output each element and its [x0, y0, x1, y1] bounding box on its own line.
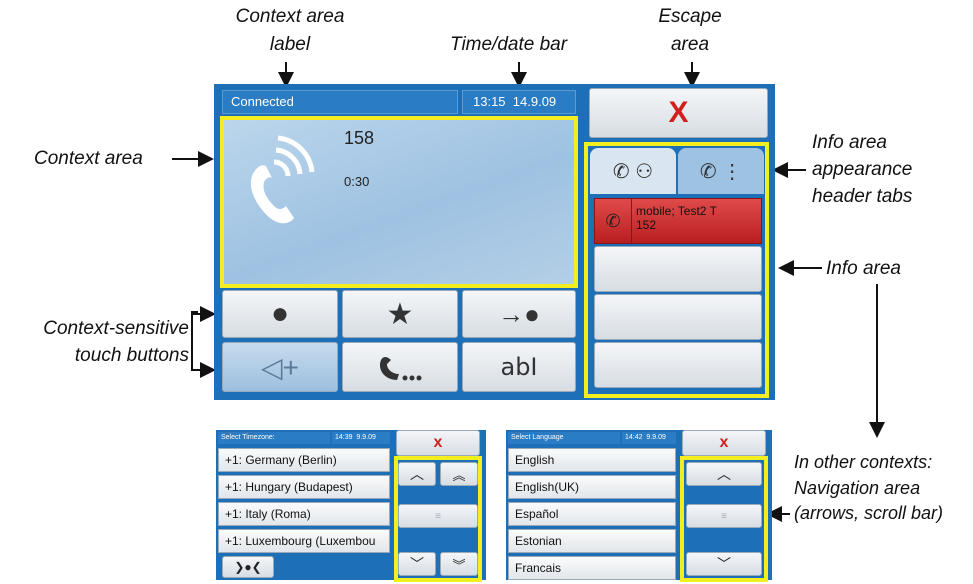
timezone-item-luxembourg[interactable]: +1: Luxembourg (Luxembou — [218, 529, 390, 553]
timezone-escape-button[interactable]: x — [396, 430, 480, 456]
time-date-bar: 13:15 14.9.09 — [462, 90, 576, 114]
info-entry-active[interactable]: ✆ mobile; Test2 T 152 — [594, 198, 762, 244]
speaker-plus-icon: ◁+ — [261, 351, 299, 383]
context-area: 158 0:30 — [222, 118, 576, 286]
dial-button[interactable] — [342, 342, 458, 392]
handset-ringing-icon — [250, 135, 315, 224]
chevron-up-icon: ︿ — [410, 466, 424, 482]
favorite-button[interactable]: ★ — [342, 290, 458, 338]
touch-buttons-bracket — [191, 311, 198, 371]
handset-entry-icon: ✆ — [595, 199, 632, 243]
language-item-espanol[interactable]: Español — [508, 502, 676, 526]
hold-button[interactable]: ● — [222, 290, 338, 338]
timezone-title-bar: Select Timezone: — [218, 432, 330, 444]
text-input-button[interactable]: abI — [462, 342, 576, 392]
info-entry-name: mobile; Test2 T — [636, 204, 717, 218]
info-tab-list[interactable]: ✆ ⋮ — [678, 148, 764, 194]
chevron-down-icon: ﹀ — [410, 556, 424, 572]
timezone-page-down-button[interactable]: ︾ — [440, 552, 478, 576]
volume-up-button[interactable]: ◁+ — [222, 342, 338, 392]
language-item-estonian[interactable]: Estonian — [508, 529, 676, 553]
language-item-english-uk[interactable]: English(UK) — [508, 475, 676, 499]
text-cursor-label: abI — [500, 353, 538, 381]
timezone-item-italy[interactable]: +1: Italy (Roma) — [218, 502, 390, 526]
handset-list-icon: ✆ ⋮ — [699, 160, 743, 183]
escape-x-label: X — [668, 96, 689, 129]
handset-dots-icon — [379, 357, 422, 381]
info-tab-group[interactable]: ✆ ⚇ — [590, 148, 676, 194]
language-escape-button[interactable]: x — [682, 430, 766, 456]
chevron-up-icon: ︿ — [717, 466, 731, 482]
language-item-english[interactable]: English — [508, 448, 676, 472]
timezone-bottom-button[interactable]: ❯●❮ — [222, 556, 274, 578]
language-down-button[interactable]: ﹀ — [686, 552, 762, 576]
language-item-francais[interactable]: Francais — [508, 556, 676, 580]
timezone-down-button[interactable]: ﹀ — [398, 552, 436, 576]
call-number: 158 — [344, 128, 375, 148]
timezone-item-germany[interactable]: +1: Germany (Berlin) — [218, 448, 390, 472]
record-dot-icon: ● — [270, 297, 290, 330]
transfer-arrow-icon: →● — [498, 298, 540, 329]
timezone-item-hungary[interactable]: +1: Hungary (Budapest) — [218, 475, 390, 499]
star-icon: ★ — [386, 297, 414, 331]
transfer-button[interactable]: →● — [462, 290, 576, 338]
call-duration: 0:30 — [344, 174, 370, 189]
handset-group-icon: ✆ ⚇ — [612, 160, 654, 183]
timezone-time-bar: 14:39 9.9.09 — [332, 432, 390, 444]
escape-button[interactable]: X — [589, 88, 768, 138]
timezone-up-button[interactable]: ︿ — [398, 462, 436, 486]
language-time-bar: 14:42 9.9.09 — [622, 432, 676, 444]
info-entry-empty-1[interactable] — [594, 246, 762, 292]
info-entry-empty-2[interactable] — [594, 294, 762, 340]
double-chevron-down-icon: ︾ — [452, 557, 466, 573]
timezone-scroll-thumb[interactable]: ≡ — [398, 504, 478, 528]
info-entry-empty-3[interactable] — [594, 342, 762, 388]
language-up-button[interactable]: ︿ — [686, 462, 762, 486]
grip-icon: ≡ — [721, 510, 727, 522]
chevron-down-icon: ﹀ — [717, 556, 731, 572]
timezone-page-up-button[interactable]: ︽ — [440, 462, 478, 486]
context-area-label-bar: Connected — [222, 90, 458, 114]
info-entry-number: 152 — [636, 218, 657, 232]
language-title-bar: Select Language — [508, 432, 620, 444]
date-text: 14.9.09 — [512, 94, 557, 109]
time-text: 13:15 — [473, 94, 506, 109]
language-scroll-thumb[interactable]: ≡ — [686, 504, 762, 528]
double-chevron-up-icon: ︽ — [452, 467, 466, 483]
grip-icon: ≡ — [435, 510, 441, 522]
